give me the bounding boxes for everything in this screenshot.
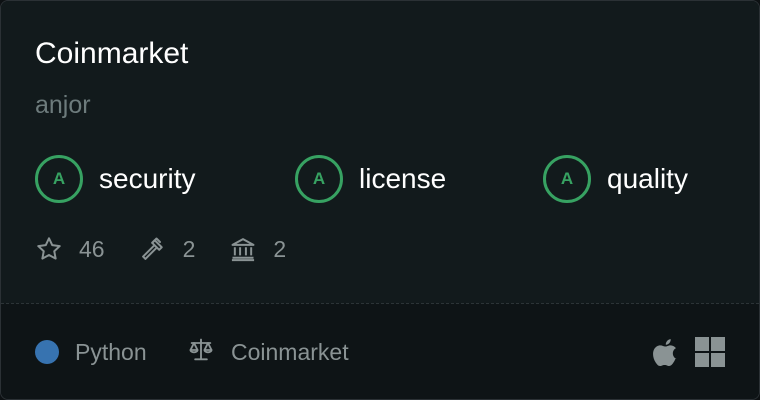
grade-label: quality [607,163,688,194]
repo-stats: 46 2 2 [35,233,320,265]
license-label: Coinmarket [231,338,349,365]
forks-count: 2 [182,235,196,262]
contributors-count: 2 [273,235,287,262]
license: Coinmarket [187,337,349,367]
repo-owner[interactable]: anjor [35,89,91,121]
grade-label: license [359,163,447,194]
windows-icon [695,337,725,367]
stat-forks: 2 [139,235,196,263]
grade-security: A security [35,155,195,203]
stat-contributors: 2 [229,235,286,263]
language-label: Python [75,338,147,365]
stat-stars: 46 [35,235,105,263]
scale-icon [187,336,215,369]
grade-label: security [99,163,196,194]
hammer-icon [139,235,167,263]
language-color-dot [35,340,59,364]
stars-count: 46 [79,235,105,262]
package-card[interactable]: Coinmarket anjor A security A license A … [0,0,760,400]
repo-title[interactable]: Coinmarket [35,35,188,73]
grade-quality: A quality [543,155,688,203]
language: Python [35,337,147,367]
apple-icon [653,337,679,367]
platform-icons [653,337,725,367]
grade-badge: A [295,155,343,203]
grade-badge: A [35,155,83,203]
grade-license: A license [295,155,446,203]
grade-badge: A [543,155,591,203]
star-icon [35,235,63,263]
institution-icon [229,235,257,263]
